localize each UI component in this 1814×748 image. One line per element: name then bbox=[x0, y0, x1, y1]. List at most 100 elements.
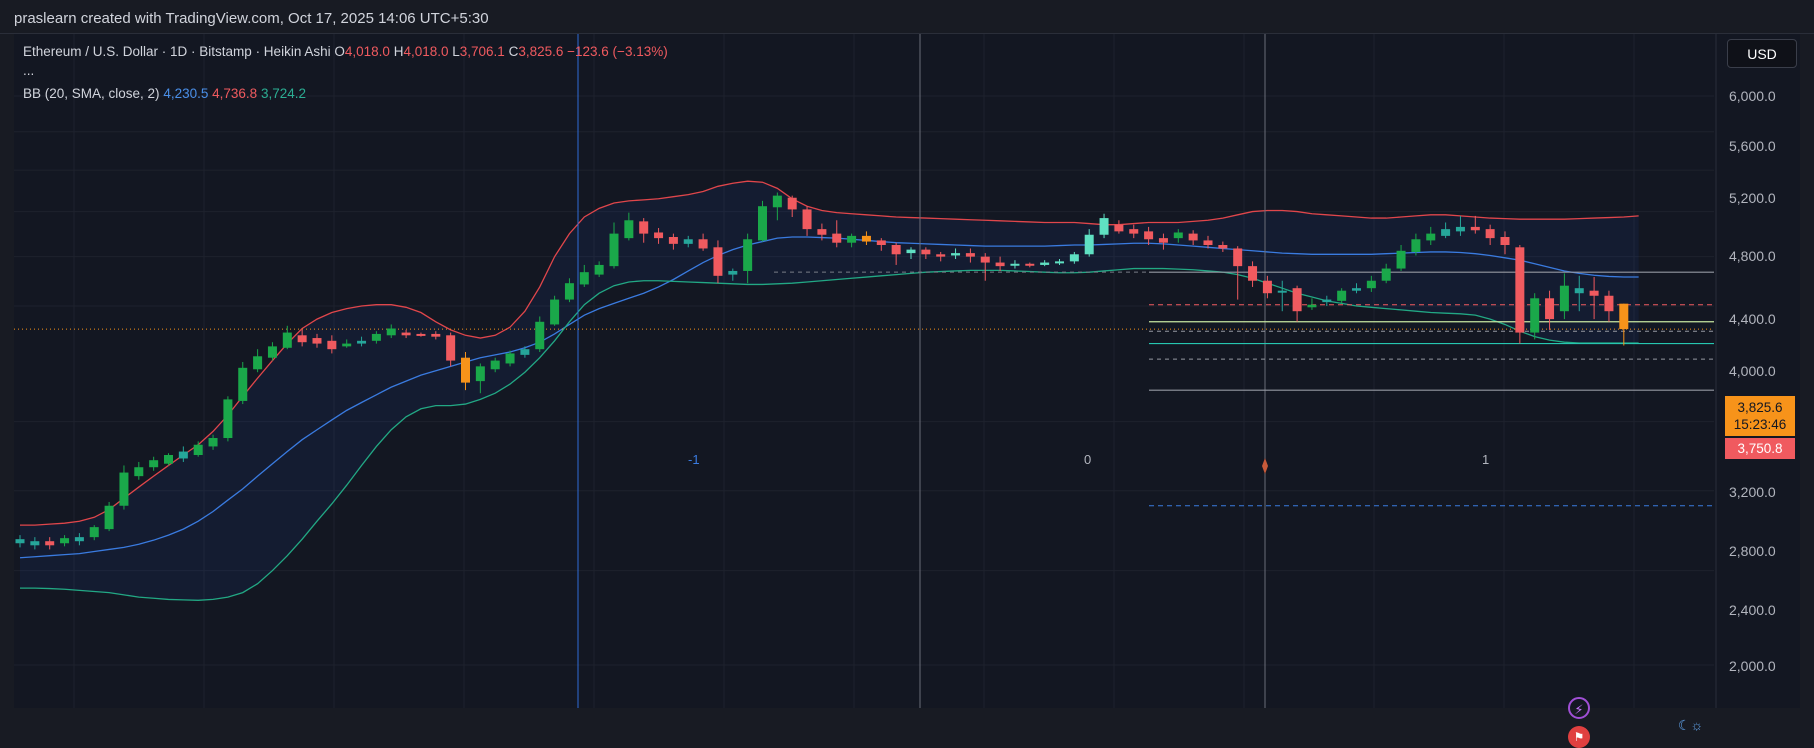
price-axis-tick: 5,600.0 bbox=[1729, 138, 1776, 154]
candle-body bbox=[1574, 288, 1584, 294]
candle-body bbox=[654, 232, 664, 239]
chart-area[interactable]: Ethereum / U.S. Dollar · 1D · Bitstamp ·… bbox=[14, 34, 1800, 748]
legend-ellipsis[interactable]: ... bbox=[23, 63, 34, 78]
candle-body bbox=[1411, 239, 1421, 252]
candle-body bbox=[238, 367, 248, 401]
candle-body bbox=[431, 333, 441, 337]
candle-body bbox=[1500, 237, 1510, 245]
candle-body bbox=[1233, 248, 1243, 267]
legend-more[interactable]: ... bbox=[23, 63, 34, 78]
price-axis-tick: 2,000.0 bbox=[1729, 658, 1776, 674]
candle-body bbox=[267, 346, 277, 358]
candle-body bbox=[1559, 285, 1569, 312]
price-axis-tick: 5,200.0 bbox=[1729, 190, 1776, 206]
price-axis-tick: 4,000.0 bbox=[1729, 363, 1776, 379]
candle-body bbox=[1307, 304, 1317, 308]
candle-body bbox=[683, 239, 693, 244]
candle-body bbox=[936, 254, 946, 257]
candle-body bbox=[564, 283, 574, 300]
candle-body bbox=[758, 206, 767, 241]
candle-body bbox=[1248, 266, 1258, 281]
legend-symbol[interactable]: Ethereum / U.S. Dollar · 1D · Bitstamp ·… bbox=[23, 44, 331, 59]
legend-h-value: 4,018.0 bbox=[403, 44, 449, 59]
candle-body bbox=[624, 220, 634, 239]
candle-body bbox=[1352, 288, 1361, 291]
candle-body bbox=[1144, 231, 1154, 240]
lightning-icon[interactable]: ⚡ bbox=[1568, 697, 1590, 719]
candle-body bbox=[639, 221, 649, 234]
candle-body bbox=[446, 335, 456, 361]
legend-bb-upper: 4,736.8 bbox=[212, 86, 258, 101]
candle-body bbox=[1114, 224, 1124, 232]
price-axis-tick: 3,200.0 bbox=[1729, 484, 1776, 500]
candle-body bbox=[1040, 262, 1050, 265]
candle-body bbox=[921, 249, 931, 255]
candle-body bbox=[609, 233, 619, 267]
candle-body bbox=[1188, 233, 1198, 241]
candle-body bbox=[1366, 280, 1376, 289]
legend-change: −123.6 (−3.13%) bbox=[567, 44, 668, 59]
candle-body bbox=[891, 244, 901, 255]
candle-body bbox=[312, 338, 322, 344]
candle-body bbox=[1619, 303, 1629, 330]
candle-body bbox=[1203, 240, 1213, 245]
day-night-icon[interactable]: ☾☼ bbox=[1678, 717, 1703, 734]
candle-body bbox=[1099, 218, 1109, 235]
candle-body bbox=[550, 299, 560, 325]
candle-body bbox=[193, 444, 203, 455]
candle-body bbox=[178, 451, 188, 459]
candle-body bbox=[1025, 263, 1035, 266]
candle-body bbox=[1337, 290, 1347, 301]
legend-bb[interactable]: BB (20, SMA, close, 2) 4,230.5 4,736.8 3… bbox=[23, 86, 306, 101]
candle-body bbox=[951, 253, 961, 256]
candle-body bbox=[876, 240, 886, 245]
candle-body bbox=[1441, 229, 1451, 236]
currency-button[interactable]: USD bbox=[1727, 39, 1797, 68]
candle-body bbox=[297, 335, 307, 343]
legend-l-label: L bbox=[452, 44, 460, 59]
candle-body bbox=[698, 239, 708, 249]
candle-body bbox=[104, 505, 114, 530]
candle-body bbox=[386, 328, 396, 336]
candle-body bbox=[1515, 247, 1525, 333]
candle-body bbox=[832, 233, 842, 243]
candle-body bbox=[1485, 229, 1495, 239]
price-axis-tick: 2,400.0 bbox=[1729, 602, 1776, 618]
legend-bb-label[interactable]: BB (20, SMA, close, 2) bbox=[23, 86, 160, 101]
candle-body bbox=[1158, 238, 1168, 243]
candle-body bbox=[490, 360, 500, 370]
candle-body bbox=[1455, 226, 1465, 232]
candle-body bbox=[1292, 288, 1302, 312]
candle-body bbox=[787, 197, 797, 210]
candle-body bbox=[371, 333, 381, 341]
candle-body bbox=[1218, 244, 1228, 249]
legend-o-value: 4,018.0 bbox=[344, 44, 390, 59]
legend-bb-lower: 3,724.2 bbox=[260, 86, 306, 101]
candle-body bbox=[535, 321, 545, 350]
candle-body bbox=[1069, 254, 1079, 262]
candle-body bbox=[802, 209, 812, 230]
price-axis-tick: 4,400.0 bbox=[1729, 311, 1776, 327]
candle-body bbox=[342, 343, 352, 347]
candle-body bbox=[1084, 234, 1094, 255]
candle-body bbox=[743, 239, 753, 271]
candle-body bbox=[505, 353, 515, 364]
flag-icon[interactable]: ⚑ bbox=[1568, 726, 1590, 748]
legend-h-label: H bbox=[393, 44, 404, 59]
candle-body bbox=[579, 272, 589, 285]
candle-body bbox=[1055, 261, 1064, 264]
candle-body bbox=[1604, 295, 1614, 312]
legend-o-label: O bbox=[334, 44, 345, 59]
candle-body bbox=[89, 527, 99, 538]
candle-body bbox=[772, 195, 782, 208]
legend-c-label: C bbox=[508, 44, 519, 59]
candle-body bbox=[980, 256, 990, 263]
fib-label-minus-1: -1 bbox=[688, 452, 700, 467]
price-chart[interactable] bbox=[14, 34, 1800, 708]
candle-body bbox=[149, 460, 159, 468]
candle-body bbox=[401, 332, 411, 336]
candle-body bbox=[594, 264, 604, 275]
legend-ohlc: Ethereum / U.S. Dollar · 1D · Bitstamp ·… bbox=[23, 44, 668, 59]
candle-body bbox=[1173, 232, 1183, 239]
candle-body bbox=[357, 340, 367, 344]
